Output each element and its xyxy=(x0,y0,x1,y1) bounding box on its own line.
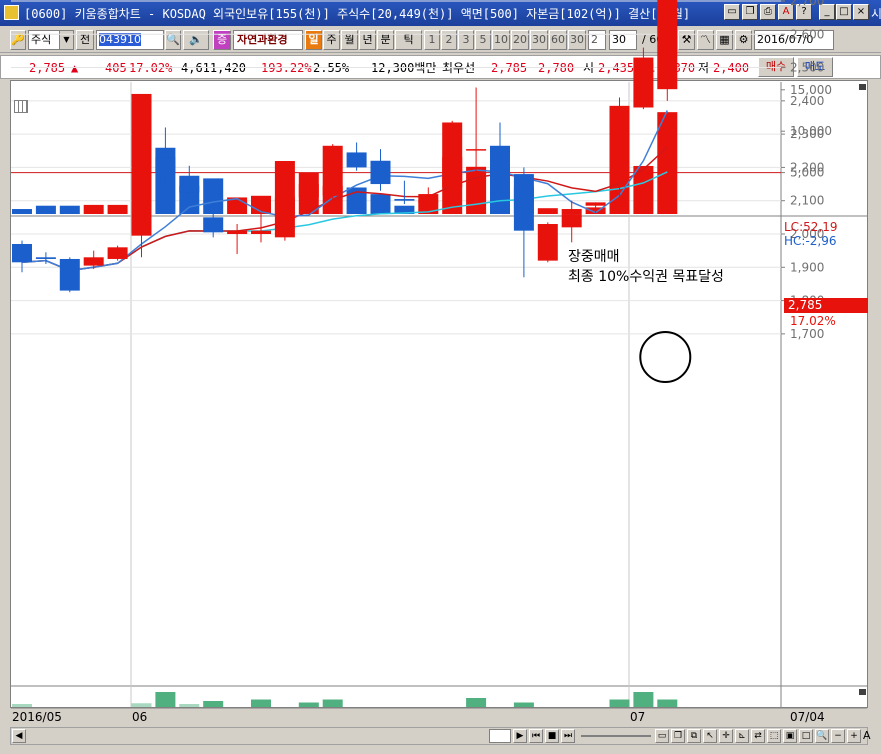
scroll-left-button[interactable]: ◀ xyxy=(12,729,26,743)
candle-body xyxy=(274,197,295,238)
date-label-june: 06 xyxy=(132,710,148,724)
candle-body xyxy=(609,105,630,181)
volume-bar xyxy=(83,204,104,214)
candle-body xyxy=(490,145,510,193)
candle-body xyxy=(227,230,248,234)
indicator-bar xyxy=(633,692,654,707)
cursor-icon[interactable]: ↖ xyxy=(703,729,717,743)
zoom-slider[interactable] xyxy=(581,735,651,737)
candle-body xyxy=(59,258,80,291)
indicator-bar xyxy=(12,704,32,707)
indicator-bar xyxy=(251,699,271,707)
candle-body xyxy=(298,184,319,198)
tile-icon[interactable]: ⧉ xyxy=(687,729,701,743)
volume-bar xyxy=(466,166,487,214)
candle-body xyxy=(346,152,367,168)
candle-body xyxy=(633,57,654,108)
indicator-bar xyxy=(657,699,678,707)
candle-body xyxy=(394,199,415,201)
price-axis-label: 2,100 xyxy=(790,194,824,208)
candle-body xyxy=(203,217,224,233)
price-axis-label: 1,900 xyxy=(790,260,824,274)
scroll-thumb[interactable] xyxy=(489,729,511,743)
right-date-label: 07/04 xyxy=(790,710,825,724)
candle-body xyxy=(657,0,678,90)
indicator-bar xyxy=(466,698,487,707)
indicator-bar xyxy=(513,702,534,707)
date-label-july: 07 xyxy=(630,710,646,724)
annotation-line2: 최종 10%수익권 목표달성 xyxy=(568,269,724,285)
chart-scroll-bar[interactable]: ◀ ▶ ⏮ ■ ⏭ ▭ ❐ ⧉ ↖ ✛ ⊾ ⇄ ⬚ ▣ □ 🔍 − + A xyxy=(10,727,871,745)
zoom-icon[interactable]: 🔍 xyxy=(815,729,829,743)
scroll-right-button[interactable]: ▶ xyxy=(513,729,527,743)
volume-bar xyxy=(657,112,678,214)
price-axis-label: 2,600 xyxy=(790,27,824,41)
first-page-icon[interactable]: ⏮ xyxy=(529,729,543,743)
volume-bar xyxy=(59,205,80,214)
grid-toggle-icon[interactable] xyxy=(14,100,28,113)
volume-axis-label: 10,000 xyxy=(790,124,832,138)
candle-body xyxy=(418,194,439,203)
candle-body xyxy=(513,174,534,231)
capture-icon[interactable]: ▣ xyxy=(783,729,797,743)
candle-body xyxy=(585,202,606,206)
indicator-bar xyxy=(155,692,176,707)
indicator-bar xyxy=(298,702,319,707)
indicator-bar xyxy=(322,699,343,707)
stop-icon[interactable]: ■ xyxy=(545,729,559,743)
volume-axis-label: 5,000 xyxy=(790,166,824,180)
volume-bar xyxy=(370,194,391,214)
volume-bar xyxy=(537,208,558,214)
volume-bar xyxy=(12,209,32,214)
candle-body xyxy=(537,224,558,261)
date-label-may: 2016/05 xyxy=(12,710,62,724)
annotation-line1: 장중매매 xyxy=(568,249,620,265)
hc-label: HC:-2,96 xyxy=(784,234,837,248)
candle-body xyxy=(35,257,56,259)
candle-body xyxy=(561,214,582,228)
candle-body xyxy=(12,243,32,263)
price-axis-label: 1,700 xyxy=(790,327,824,341)
window-icon[interactable]: ▭ xyxy=(655,729,669,743)
rect-icon[interactable]: □ xyxy=(799,729,813,743)
indicator-pane-close-icon xyxy=(859,689,866,695)
stock-chart[interactable]: 2,9002,8002,7002,6002,5002,4002,3002,200… xyxy=(0,0,881,754)
candle-body xyxy=(131,165,152,236)
last-pct-tag: 17.02% xyxy=(790,314,836,328)
candle-body xyxy=(83,257,104,266)
volume-bar xyxy=(35,205,56,214)
target-circle-marker xyxy=(639,331,692,383)
candle-body xyxy=(466,149,487,151)
volume-bar xyxy=(203,178,224,214)
candle-body xyxy=(251,230,271,234)
measure-icon[interactable]: ⊾ xyxy=(735,729,749,743)
text-size-icon[interactable]: A xyxy=(863,729,871,742)
volume-pane-close-icon xyxy=(859,84,866,90)
restore-icon[interactable]: ❐ xyxy=(671,729,685,743)
indicator-bar xyxy=(131,703,152,707)
last-price-tag: 2,785 xyxy=(784,298,868,313)
pan-icon[interactable]: ⇄ xyxy=(751,729,765,743)
candle-body xyxy=(107,247,128,259)
indicator-bar xyxy=(609,699,630,707)
candle-body xyxy=(155,157,176,173)
candle-body xyxy=(322,145,343,196)
select-icon[interactable]: ⬚ xyxy=(767,729,781,743)
candle-body xyxy=(370,160,391,185)
price-axis-label: 2,700 xyxy=(790,0,824,8)
candle-body xyxy=(442,122,463,188)
price-axis-label: 2,500 xyxy=(790,61,824,75)
indicator-bar xyxy=(179,704,200,707)
lc-label: LC:52,19 xyxy=(784,220,838,234)
crosshair-icon[interactable]: ✛ xyxy=(719,729,733,743)
zoom-out-icon[interactable]: − xyxy=(831,729,845,743)
volume-bar xyxy=(107,204,128,214)
indicator-bar xyxy=(203,701,224,707)
zoom-in-icon[interactable]: + xyxy=(847,729,861,743)
last-page-icon[interactable]: ⏭ xyxy=(561,729,575,743)
candle-body xyxy=(179,175,200,193)
volume-axis-label: 15,000 xyxy=(790,83,832,97)
